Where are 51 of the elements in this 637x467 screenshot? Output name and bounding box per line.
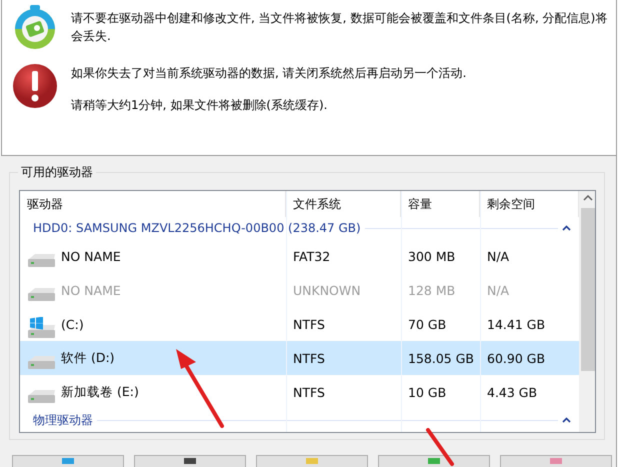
button-icon: [306, 458, 318, 464]
table-cell: 300 MB: [408, 248, 456, 264]
scroll-up-icon[interactable]: [583, 195, 593, 201]
scrollbar[interactable]: [579, 191, 595, 432]
drive-list[interactable]: [19, 190, 596, 433]
button-icon: [550, 458, 562, 464]
notice-text: 请不要在驱动器中创建和修改文件, 当文件将被恢复, 数据可能会被覆盖和文件条目(名称, 分配信息)将会丢失.: [71, 10, 608, 45]
table-cell: 128 MB: [408, 282, 456, 298]
column-header[interactable]: 驱动器: [20, 191, 286, 217]
table-cell: 10 GB: [408, 384, 446, 400]
table-cell: N/A: [487, 248, 510, 264]
column-header[interactable]: 容量: [401, 191, 480, 217]
table-cell: 158.05 GB: [408, 350, 474, 366]
drive-icon: [27, 252, 57, 268]
table-cell: NTFS: [293, 316, 325, 332]
drive-name: (C:): [61, 316, 84, 332]
group-header: HDD0: SAMSUNG MZVL2256HCHQ-00B00 (238.47 GB): [33, 221, 361, 235]
drive-row[interactable]: 软件 (D:) NTFS 158.05 GB 60.90 GB: [20, 341, 579, 375]
table-cell: 14.41 GB: [487, 316, 546, 332]
collapse-icon[interactable]: [562, 225, 571, 231]
notice-text: 请稍等大约1分钟, 如果文件将被删除(系统缓存).: [71, 97, 328, 114]
table-cell: N/A: [487, 282, 510, 298]
drive-icon: [27, 354, 57, 370]
table-cell: FAT32: [293, 248, 330, 264]
column-header[interactable]: 文件系统: [286, 191, 401, 217]
drive-name: NO NAME: [61, 282, 121, 298]
notice-text: 如果你失去了对当前系统驱动器的数据, 请关闭系统然后再启动另一个活动.: [71, 65, 468, 82]
table-cell: 4.43 GB: [487, 384, 538, 400]
table-cell: UNKNOWN: [293, 282, 361, 298]
table-cell: NTFS: [293, 384, 325, 400]
scrollbar-thumb[interactable]: [581, 208, 595, 371]
table-cell: 70 GB: [408, 316, 446, 332]
group-title: 可用的驱动器: [18, 164, 96, 181]
drive-row[interactable]: 新加载卷 (E:) NTFS 10 GB 4.43 GB: [20, 375, 579, 409]
table-cell: NTFS: [293, 350, 325, 366]
drive-name: NO NAME: [61, 248, 121, 264]
drive-icon: [27, 286, 57, 302]
drive-row[interactable]: (C:) NTFS 70 GB 14.41 GB: [20, 307, 579, 341]
drive-row[interactable]: NO NAME FAT32 300 MB N/A: [20, 239, 579, 273]
windows-drive-icon: [27, 317, 57, 339]
group-header: 物理驱动器: [33, 412, 93, 428]
drive-name: 软件 (D:): [61, 350, 115, 366]
error-icon: [12, 63, 58, 109]
table-cell: 60.90 GB: [487, 350, 546, 366]
button-icon: [428, 458, 440, 464]
button-icon: [62, 458, 74, 464]
button-icon: [184, 458, 196, 464]
drive-name: 新加载卷 (E:): [61, 384, 139, 400]
app-logo-icon: [12, 4, 58, 50]
collapse-icon[interactable]: [562, 417, 571, 423]
drive-icon: [27, 388, 57, 404]
